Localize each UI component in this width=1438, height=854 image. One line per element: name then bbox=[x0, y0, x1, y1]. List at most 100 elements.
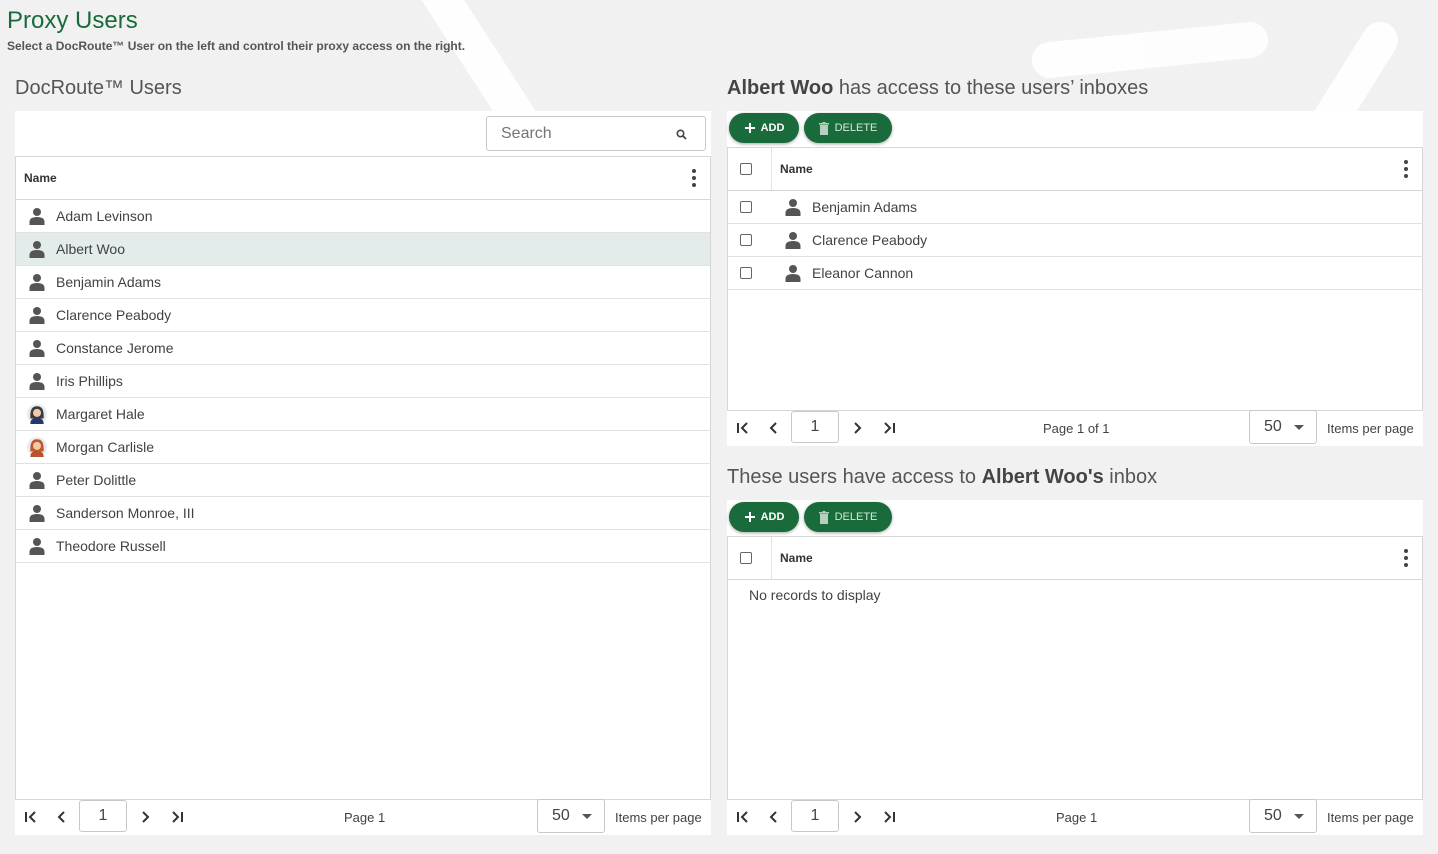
person-icon bbox=[29, 472, 45, 489]
page-size-value: 50 bbox=[1264, 418, 1282, 435]
page-number-input[interactable]: 1 bbox=[79, 800, 127, 832]
access-to-title-text: has access to these users’ inboxes bbox=[833, 77, 1149, 99]
search-icon[interactable] bbox=[676, 129, 687, 140]
row-checkbox[interactable] bbox=[740, 234, 752, 246]
prev-page-icon[interactable] bbox=[49, 804, 75, 830]
proxy-user-row[interactable]: Clarence Peabody bbox=[728, 224, 1422, 257]
user-name: Adam Levinson bbox=[56, 208, 153, 224]
proxy-user-row[interactable]: Benjamin Adams bbox=[728, 191, 1422, 224]
user-name: Morgan Carlisle bbox=[56, 439, 155, 455]
row-checkbox[interactable] bbox=[740, 201, 752, 213]
user-row[interactable]: Iris Phillips bbox=[16, 365, 710, 398]
add-button-label: ADD bbox=[760, 511, 785, 523]
proxy-user-row[interactable]: Eleanor Cannon bbox=[728, 257, 1422, 290]
users-pager: 1 Page 1 50 Items per page bbox=[15, 799, 711, 835]
page-size-select[interactable]: 50 bbox=[537, 799, 605, 833]
delete-button-label: DELETE bbox=[834, 122, 878, 134]
user-row[interactable]: Theodore Russell bbox=[16, 530, 710, 563]
user-row[interactable]: Benjamin Adams bbox=[16, 266, 710, 299]
search-box[interactable] bbox=[486, 116, 706, 151]
first-page-icon[interactable] bbox=[730, 804, 756, 830]
person-icon bbox=[29, 538, 45, 555]
delete-button[interactable]: DELETE bbox=[804, 113, 892, 143]
user-name: Theodore Russell bbox=[56, 538, 166, 554]
person-icon bbox=[29, 373, 45, 390]
delete-button[interactable]: DELETE bbox=[804, 502, 892, 532]
prev-page-icon[interactable] bbox=[761, 415, 787, 441]
add-button[interactable]: ADD bbox=[729, 113, 799, 143]
first-page-icon[interactable] bbox=[18, 804, 44, 830]
prev-page-icon[interactable] bbox=[761, 804, 787, 830]
column-menu-icon[interactable] bbox=[1404, 160, 1408, 178]
page-number-input[interactable]: 1 bbox=[791, 411, 839, 443]
user-name: Clarence Peabody bbox=[56, 307, 172, 323]
chevron-down-icon bbox=[1294, 425, 1304, 430]
users-grid-header: Name bbox=[16, 157, 710, 200]
user-row[interactable]: Sanderson Monroe, III bbox=[16, 497, 710, 530]
page-title: Proxy Users bbox=[7, 7, 138, 34]
trash-icon bbox=[818, 121, 829, 135]
first-page-icon[interactable] bbox=[730, 415, 756, 441]
page-size-select[interactable]: 50 bbox=[1249, 799, 1317, 833]
access-from-grid-header: Name bbox=[728, 537, 1422, 580]
user-row[interactable]: Peter Dolittle bbox=[16, 464, 710, 497]
user-name: Sanderson Monroe, III bbox=[56, 505, 195, 521]
access-to-pager: 1 Page 1 of 1 50 Items per page bbox=[727, 410, 1423, 446]
page-subtitle: Select a DocRoute™ User on the left and … bbox=[7, 39, 466, 53]
access-from-title-suffix: inbox bbox=[1103, 466, 1158, 488]
user-name: Margaret Hale bbox=[56, 406, 145, 422]
person-icon bbox=[29, 241, 45, 258]
user-row[interactable]: Constance Jerome bbox=[16, 332, 710, 365]
access-to-grid: Name Benjamin Adams Clarence Peabody Elean… bbox=[727, 147, 1423, 411]
person-icon bbox=[29, 340, 45, 357]
column-header-name[interactable]: Name bbox=[780, 551, 813, 565]
page-size-value: 50 bbox=[1264, 807, 1282, 824]
next-page-icon[interactable] bbox=[132, 804, 158, 830]
selected-user-name-possessive: Albert Woo's bbox=[981, 466, 1104, 488]
access-to-title: Albert Woo has access to these users’ in… bbox=[727, 76, 1148, 100]
next-page-icon[interactable] bbox=[844, 415, 870, 441]
column-menu-icon[interactable] bbox=[1404, 549, 1408, 567]
row-checkbox[interactable] bbox=[740, 267, 752, 279]
last-page-icon[interactable] bbox=[876, 415, 902, 441]
access-from-title-prefix: These users have access to bbox=[727, 466, 982, 488]
column-header-name[interactable]: Name bbox=[780, 162, 813, 176]
items-per-page-label: Items per page bbox=[1327, 421, 1414, 436]
add-button-label: ADD bbox=[760, 122, 785, 134]
page-number-input[interactable]: 1 bbox=[791, 800, 839, 832]
user-row[interactable]: Margaret Hale bbox=[16, 398, 710, 431]
user-name: Eleanor Cannon bbox=[812, 265, 914, 281]
person-icon bbox=[29, 274, 45, 291]
person-icon bbox=[785, 265, 801, 282]
next-page-icon[interactable] bbox=[844, 804, 870, 830]
page-size-select[interactable]: 50 bbox=[1249, 410, 1317, 444]
users-grid: Name Adam Levinson Albert Woo Benjamin Ada… bbox=[15, 156, 711, 800]
user-row[interactable]: Adam Levinson bbox=[16, 200, 710, 233]
users-panel: Name Adam Levinson Albert Woo Benjamin Ada… bbox=[15, 111, 711, 835]
column-menu-icon[interactable] bbox=[692, 169, 696, 187]
access-from-pager: 1 Page 1 50 Items per page bbox=[727, 799, 1423, 835]
last-page-icon[interactable] bbox=[876, 804, 902, 830]
access-to-list: Benjamin Adams Clarence Peabody Eleanor Ca… bbox=[728, 191, 1422, 290]
user-name: Albert Woo bbox=[56, 241, 125, 257]
user-row[interactable]: Albert Woo bbox=[16, 233, 710, 266]
select-all-checkbox[interactable] bbox=[739, 163, 752, 175]
user-row[interactable]: Clarence Peabody bbox=[16, 299, 710, 332]
page-info-text: Page 1 bbox=[1056, 810, 1098, 825]
user-name: Iris Phillips bbox=[56, 373, 123, 389]
user-row[interactable]: Morgan Carlisle bbox=[16, 431, 710, 464]
person-icon bbox=[29, 208, 45, 225]
person-icon bbox=[29, 307, 45, 324]
user-name: Clarence Peabody bbox=[812, 232, 928, 248]
last-page-icon[interactable] bbox=[164, 804, 190, 830]
access-to-grid-header: Name bbox=[728, 148, 1422, 191]
search-input[interactable] bbox=[499, 123, 673, 145]
person-icon bbox=[785, 199, 801, 216]
select-all-checkbox[interactable] bbox=[739, 552, 752, 564]
access-from-panel: ADD DELETE Name No records to display 1 … bbox=[727, 500, 1423, 835]
selected-user-name: Albert Woo bbox=[727, 77, 834, 99]
add-button[interactable]: ADD bbox=[729, 502, 799, 532]
plus-icon bbox=[744, 512, 755, 522]
access-from-grid: Name No records to display bbox=[727, 536, 1423, 800]
column-header-name[interactable]: Name bbox=[24, 171, 57, 185]
